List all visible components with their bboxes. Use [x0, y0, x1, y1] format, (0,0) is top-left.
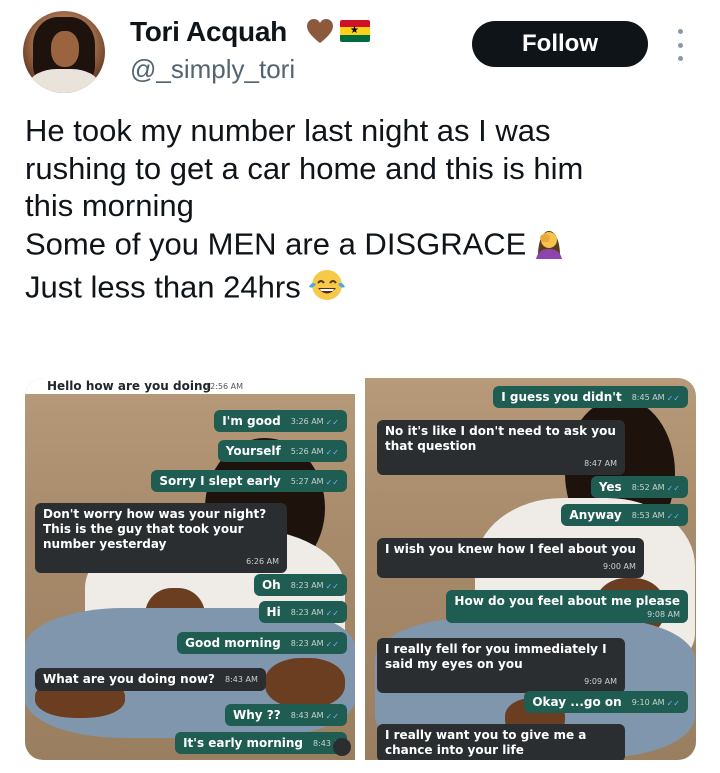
tweet-line: Just less than 24hrs — [25, 269, 301, 305]
tears-of-joy-emoji — [307, 267, 347, 312]
brown-heart-icon — [306, 18, 334, 44]
chat-message-outgoing: It's early morning 8:43 A — [175, 732, 347, 754]
name-badges: ★ — [306, 18, 370, 44]
chat-message-incoming: Don't worry how was your night? This is … — [35, 503, 287, 573]
chat-message-outgoing: Oh 8:23 AM ✓✓ — [253, 574, 347, 596]
author-name[interactable]: Tori Acquah — [130, 16, 287, 48]
chat-message-outgoing: Yes 8:52 AM ✓✓ — [590, 476, 688, 498]
follow-button[interactable]: Follow — [472, 21, 648, 67]
tweet-line: this morning — [25, 188, 194, 223]
chat-message-outgoing: How do you feel about me please 9:08 AM — [446, 590, 688, 623]
chat-message-outgoing: Sorry I slept early 5:27 AM ✓✓ — [151, 470, 347, 492]
chat-message-incoming: No it's like I don't need to ask you tha… — [377, 420, 625, 475]
chat-screenshot-right[interactable]: I guess you didn't 8:45 AM ✓✓ No it's like… — [365, 378, 696, 760]
author-avatar[interactable] — [23, 11, 105, 93]
chat-message-outgoing: Yourself 5:26 AM ✓✓ — [217, 440, 347, 462]
tweet-line-with-emoji: Just less than 24hrs — [25, 267, 705, 312]
chat-message-incoming: I really fell for you immediately I said… — [377, 638, 625, 693]
more-options-icon[interactable] — [675, 29, 685, 61]
chat-message-incoming: What are you doing now? 8:43 AM — [35, 668, 266, 691]
tweet-text: He took my number last night as I was ru… — [25, 112, 705, 312]
tweet-line: rushing to get a car home and this is hi… — [25, 150, 584, 186]
ghana-flag-icon: ★ — [340, 20, 370, 42]
chat-header-message: Hello how are you doing 12:56 AM — [25, 378, 355, 394]
chat-message-incoming: I really want you to give me a chance in… — [377, 724, 625, 760]
chat-message-outgoing: Okay ...go on 9:10 AM ✓✓ — [524, 691, 688, 713]
tweet-line: He took my number last night as I was — [25, 113, 551, 148]
chat-message-outgoing: I'm good 3:26 AM ✓✓ — [214, 410, 347, 432]
tweet-line-with-emoji: Some of you MEN are a DISGRACE — [25, 225, 705, 268]
chat-message-outgoing: Good morning 8:23 AM ✓✓ — [177, 632, 347, 654]
chat-message-incoming: I wish you knew how I feel about you 9:00… — [377, 538, 644, 578]
chat-message-outgoing: Hi 8:23 AM ✓✓ — [258, 601, 347, 623]
chat-message-outgoing: Why ?? 8:43 AM ✓✓ — [225, 704, 347, 726]
woman-facepalming-emoji — [532, 225, 566, 268]
tweet-media[interactable]: Hello how are you doing 12:56 AM I'm goo… — [25, 378, 696, 760]
tweet-line: Some of you MEN are a DISGRACE — [25, 225, 527, 261]
chat-message-outgoing: I guess you didn't 8:45 AM ✓✓ — [493, 386, 688, 408]
chat-screenshot-left[interactable]: Hello how are you doing 12:56 AM I'm goo… — [25, 378, 355, 760]
author-handle[interactable]: @_simply_tori — [130, 54, 295, 85]
scroll-down-icon — [333, 738, 351, 756]
chat-message-outgoing: Anyway 8:53 AM ✓✓ — [561, 504, 688, 526]
